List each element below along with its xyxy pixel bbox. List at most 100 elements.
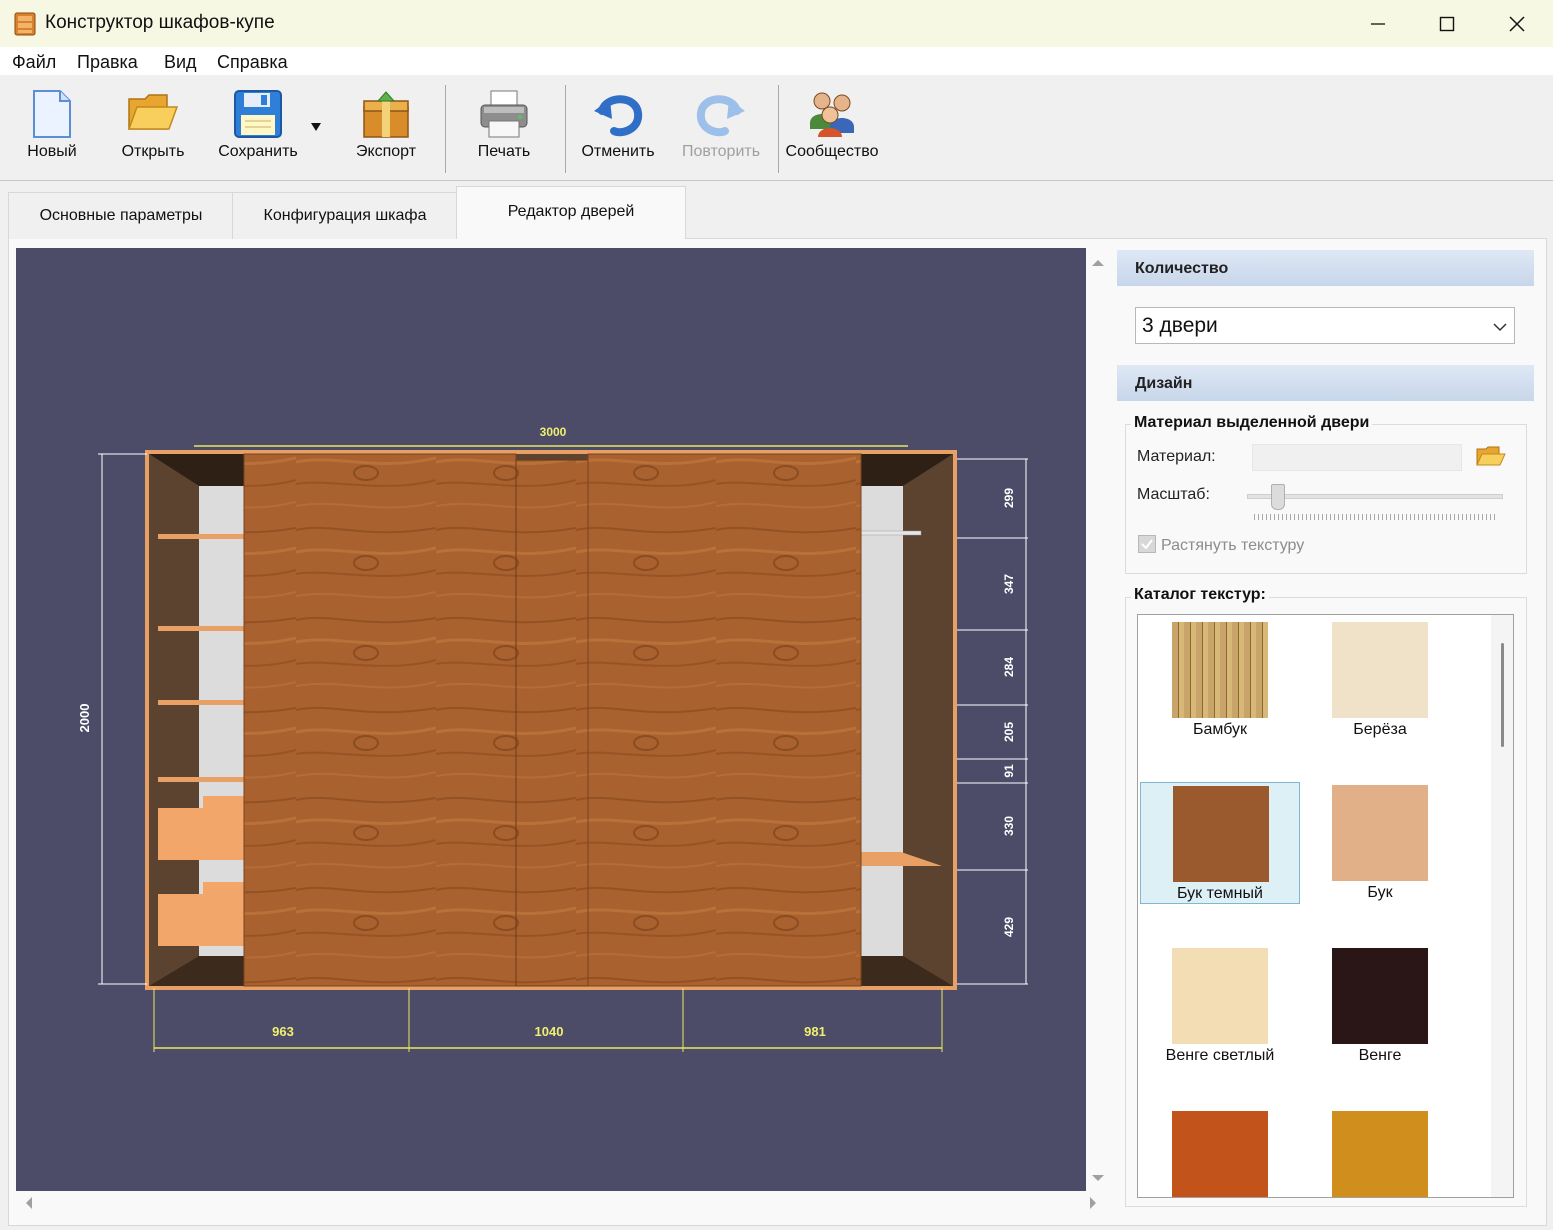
texture-item[interactable]	[1300, 1108, 1460, 1197]
design-header: Дизайн	[1117, 365, 1534, 401]
material-input[interactable]	[1252, 444, 1462, 471]
texture-name: Бук	[1367, 884, 1393, 901]
toolbar-separator	[778, 85, 779, 173]
right-section-dimensions: 299 347 284 205 91 330 429	[957, 458, 1028, 985]
open-folder-icon	[127, 94, 179, 130]
shelf	[158, 700, 244, 705]
stretch-texture-checkbox[interactable]	[1138, 535, 1156, 553]
checkmark-icon	[1141, 539, 1153, 550]
section-label: 347	[1002, 574, 1016, 594]
section-label: 91	[1002, 764, 1016, 778]
redo-button[interactable]: Повторить	[676, 85, 766, 175]
door-quantity-select[interactable]: 3 двери	[1135, 307, 1515, 344]
folder-icon	[1476, 446, 1506, 466]
new-button[interactable]: Новый	[12, 85, 92, 175]
door-width-label: 1040	[535, 1024, 564, 1039]
community-button[interactable]: Сообщество	[784, 85, 880, 175]
texture-catalog-title: Каталог текстур:	[1131, 586, 1269, 604]
menu-help[interactable]: Справка	[217, 52, 288, 73]
new-document-icon	[33, 90, 71, 138]
shelf	[158, 777, 244, 782]
material-label: Материал:	[1137, 448, 1216, 465]
quantity-header: Количество	[1117, 250, 1534, 286]
export-package-icon	[363, 91, 409, 138]
texture-item[interactable]: Берёза	[1300, 619, 1460, 741]
texture-swatch	[1332, 622, 1428, 718]
section-label: 284	[1002, 657, 1016, 677]
texture-swatch	[1332, 785, 1428, 881]
door-width-dimensions: 963 1040 981	[153, 988, 943, 1052]
shelf	[158, 626, 244, 631]
drawer	[158, 894, 244, 946]
shelf	[158, 534, 244, 539]
minimize-button[interactable]	[1343, 0, 1413, 47]
hanging-rod	[860, 530, 922, 536]
tab-wardrobe-configuration[interactable]: Конфигурация шкафа	[232, 192, 458, 239]
catalog-scrollbar-thumb[interactable]	[1501, 643, 1504, 747]
texture-name: Венге светлый	[1165, 1047, 1275, 1064]
section-label: 205	[1002, 722, 1016, 742]
undo-arrow-icon	[594, 95, 643, 137]
tab-basic-parameters[interactable]: Основные параметры	[8, 192, 234, 239]
wardrobe-app-icon	[14, 12, 36, 36]
texture-item[interactable]: Бук темный	[1140, 782, 1300, 904]
menu-file[interactable]: Файл	[12, 52, 56, 73]
scale-slider-track[interactable]	[1247, 494, 1503, 499]
texture-catalog-list[interactable]: Бамбук Берёза Бук темный Бук Венге светлый Ве…	[1137, 614, 1514, 1198]
scroll-right-icon[interactable]	[1084, 1193, 1104, 1213]
close-icon	[1509, 15, 1525, 32]
door-right[interactable]	[587, 453, 862, 987]
toolbar-separator	[565, 85, 566, 173]
open-button[interactable]: Открыть	[110, 85, 196, 175]
material-group-title: Материал выделенной двери	[1131, 414, 1373, 432]
stretch-texture-label: Растянуть текстуру	[1161, 537, 1305, 554]
menu-edit[interactable]: Правка	[77, 52, 138, 73]
maximize-button[interactable]	[1412, 0, 1482, 47]
maximize-icon	[1439, 16, 1455, 31]
print-button[interactable]: Печать	[463, 85, 545, 175]
dropdown-arrow-icon	[311, 123, 321, 131]
export-button[interactable]: Экспорт	[345, 85, 427, 175]
canvas-vertical-scrollbar[interactable]	[1088, 248, 1108, 1191]
scroll-left-icon[interactable]	[18, 1193, 38, 1213]
texture-item[interactable]: Венге светлый	[1140, 945, 1300, 1067]
browse-material-button[interactable]	[1475, 445, 1507, 471]
texture-item[interactable]: Бамбук	[1140, 619, 1300, 741]
door-middle-visible[interactable]	[515, 459, 589, 987]
texture-name: Берёза	[1353, 721, 1407, 738]
toolbar-separator	[445, 85, 446, 173]
texture-item[interactable]: Бук	[1300, 782, 1460, 904]
texture-item[interactable]	[1140, 1108, 1300, 1197]
right-compartment-back	[861, 486, 903, 956]
minimize-icon	[1371, 22, 1385, 25]
save-dropdown-arrow[interactable]	[310, 119, 324, 133]
drawer	[158, 808, 244, 860]
texture-swatch	[1172, 1111, 1268, 1197]
wardrobe-drawing-canvas[interactable]: 3000 2000 299 347 284 205 91 330 429 963…	[16, 248, 1086, 1191]
save-floppy-icon	[234, 90, 282, 138]
tab-door-editor[interactable]: Редактор дверей	[456, 186, 686, 239]
door-left[interactable]	[243, 453, 517, 987]
redo-arrow-icon	[696, 95, 745, 137]
scroll-down-icon[interactable]	[1088, 1169, 1108, 1189]
door-quantity-value: 3 двери	[1142, 314, 1218, 337]
texture-item[interactable]: Венге	[1300, 945, 1460, 1067]
undo-button[interactable]: Отменить	[575, 85, 661, 175]
texture-name: Бук темный	[1177, 885, 1263, 902]
texture-name: Бамбук	[1192, 721, 1248, 738]
canvas-horizontal-scrollbar[interactable]	[16, 1193, 1106, 1213]
menu-view[interactable]: Вид	[164, 52, 197, 73]
texture-name: Венге	[1358, 1047, 1402, 1064]
catalog-scrollbar[interactable]	[1491, 615, 1513, 1197]
menu-bar: Файл Правка Вид Справка	[0, 47, 1553, 75]
scale-slider-thumb[interactable]	[1271, 484, 1286, 510]
scale-label: Масштаб:	[1137, 486, 1210, 503]
total-width-label: 3000	[540, 425, 567, 439]
printer-icon	[480, 90, 528, 138]
door-width-label: 963	[272, 1024, 294, 1039]
scroll-up-icon[interactable]	[1088, 252, 1108, 272]
window-title: Конструктор шкафов-купе	[45, 12, 275, 33]
save-button[interactable]: Сохранить	[212, 85, 304, 175]
texture-swatch	[1332, 948, 1428, 1044]
close-button[interactable]	[1482, 0, 1552, 47]
